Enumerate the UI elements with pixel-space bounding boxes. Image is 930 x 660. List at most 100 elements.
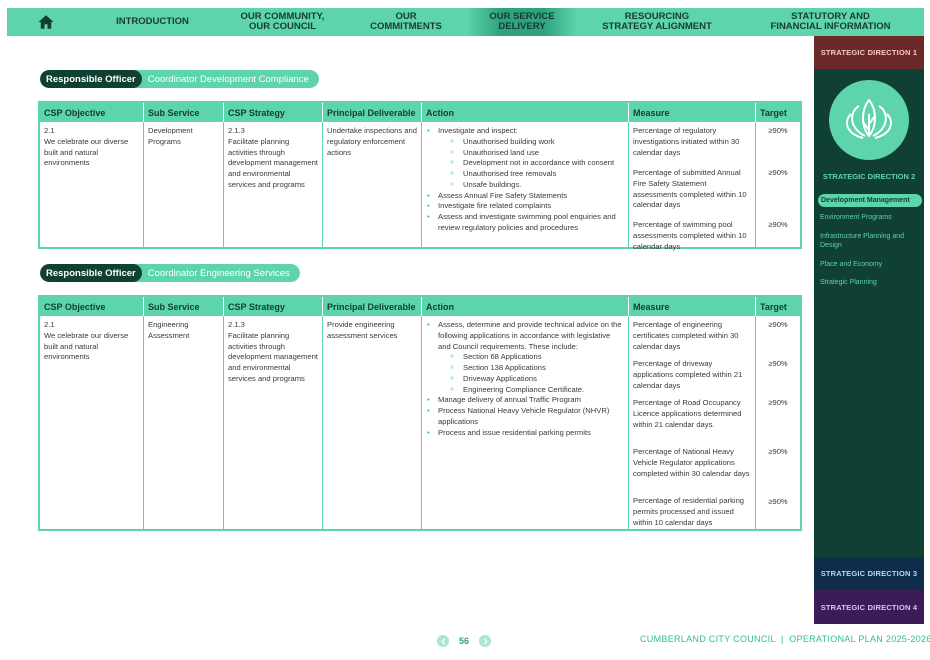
target-value: ≥90% [768,359,788,368]
header-target: Target [760,301,787,312]
responsible-officer-name: Coordinator Development Compliance [133,70,319,88]
page-number: 56 [459,636,470,646]
measure-cell: Percentage of engineering certificates c… [629,316,756,529]
header-target: Target [760,107,787,118]
target-cell: ≥90% ≥90% ≥90% [756,122,800,247]
table-row: 2.1 We celebrate our diverse built and n… [40,316,800,529]
header-sub-service: Sub Service [144,103,224,122]
header-principal-deliverable: Principal Deliverable [323,297,422,316]
sidebar-item-infrastructure-planning[interactable]: Infrastructure Planning and Design [820,233,918,251]
action-item: Assess and investigate swimming pool enq… [426,212,624,234]
action-item: Assess Annual Fire Safety Statements [426,191,624,202]
strategic-direction-1-tab[interactable]: STRATEGIC DIRECTION 1 [814,36,924,69]
sidebar-item-place-economy[interactable]: Place and Economy [820,261,918,270]
sidebar-item-environment-programs[interactable]: Environment Programs [820,214,918,223]
measure-item: Percentage of residential parking permit… [633,496,745,527]
nav-introduction[interactable]: INTRODUCTION [85,8,220,36]
action-subitem: Section 68 Applications [438,352,624,363]
sidebar-item-strategic-planning[interactable]: Strategic Planning [820,279,918,288]
deliverable-cell: Provide engineering assessment services [323,316,422,529]
responsible-officer-label: Responsible Officer [40,264,142,282]
responsible-officer-pill: Responsible Officer Coordinator Developm… [40,70,319,88]
strategic-direction-4-tab[interactable]: STRATEGIC DIRECTION 4 [814,590,924,624]
action-subitem: Unauthorised tree removals [438,169,624,180]
responsible-officer-name: Coordinator Engineering Services [133,264,300,282]
target-value: ≥90% [768,497,788,506]
action-subitem: Unsafe buildings. [438,180,624,191]
csp-strategy-cell: 2.1.3 Facilitate planning activities thr… [224,122,323,247]
target-value: ≥90% [768,168,788,177]
service-table: CSP Objective Sub Service CSP Strategy P… [38,295,802,531]
home-button[interactable] [7,8,85,36]
responsible-officer-label: Responsible Officer [40,70,142,88]
header-csp-strategy: CSP Strategy [224,103,323,122]
action-subitem: Section 138 Applications [438,363,624,374]
csp-objective-cell: 2.1 We celebrate our diverse built and n… [40,316,144,529]
measure-item: Percentage of National Heavy Vehicle Reg… [633,447,750,478]
chevron-right-icon [483,637,488,645]
action-cell: Investigate and inspect: Unauthorised bu… [422,122,629,247]
target-value: ≥90% [768,447,788,456]
responsible-officer-pill: Responsible Officer Coordinator Engineer… [40,264,300,282]
csp-strategy-cell: 2.1.3 Facilitate planning activities thr… [224,316,323,529]
target-value: ≥90% [768,126,788,135]
table-header: CSP Objective Sub Service CSP Strategy P… [40,103,800,122]
header-principal-deliverable: Principal Deliverable [323,103,422,122]
nav-our-service-delivery[interactable]: OUR SERVICE DELIVERY [467,8,577,36]
pager: 56 [437,635,492,647]
measure-item: Percentage of swimming pool assessments … [633,220,747,251]
target-value: ≥90% [768,398,788,407]
measure-cell: Percentage of regulatory investigations … [629,122,756,251]
csp-objective-cell: 2.1 We celebrate our diverse built and n… [40,122,144,247]
action-item: Investigate fire related complaints [426,201,624,212]
measure-item: Percentage of engineering certificates c… [633,320,739,351]
header-measure: Measure [629,297,756,316]
strategic-direction-3-tab[interactable]: STRATEGIC DIRECTION 3 [814,557,924,590]
action-item: Process and issue residential parking pe… [426,428,624,439]
table-row: 2.1 We celebrate our diverse built and n… [40,122,800,251]
home-icon [38,15,54,29]
action-item: Process National Heavy Vehicle Regulator… [426,406,624,428]
action-item: Manage delivery of annual Traffic Progra… [426,395,624,406]
action-subitem: Engineering Compliance Certificate. [438,385,624,396]
sub-service-cell: Engineering Assessment [144,316,224,529]
action-cell: Assess, determine and provide technical … [422,316,629,529]
direction-logo [829,80,909,160]
next-page-button[interactable] [479,635,492,647]
measure-item: Percentage of Road Occupancy Licence app… [633,398,742,429]
header-csp-objective: CSP Objective [40,297,144,316]
action-item: Assess, determine and provide technical … [426,320,624,395]
header-sub-service: Sub Service [144,297,224,316]
target-value: ≥90% [768,320,788,329]
action-subitem: Driveway Applications [438,374,624,385]
table-header: CSP Objective Sub Service CSP Strategy P… [40,297,800,316]
sidebar-item-development-management[interactable]: Development Management [818,194,922,207]
action-subitem: Development not in accordance with conse… [438,158,624,169]
nav-our-community[interactable]: OUR COMMUNITY, OUR COUNCIL [220,8,345,36]
header-measure: Measure [629,103,756,122]
measure-item: Percentage of driveway applications comp… [633,359,743,390]
target-cell: ≥90% ≥90% ≥90% ≥90% ≥90% [756,316,800,529]
action-subitem: Unauthorised land use [438,148,624,159]
top-navigation: INTRODUCTION OUR COMMUNITY, OUR COUNCIL … [7,8,924,36]
header-csp-strategy: CSP Strategy [224,297,323,316]
prev-page-button[interactable] [437,635,449,647]
nav-resourcing-strategy[interactable]: RESOURCING STRATEGY ALIGNMENT [577,8,737,36]
header-csp-objective: CSP Objective [40,103,144,122]
sidebar: STRATEGIC DIRECTION 1 STRATEGIC DIRECTIO… [814,36,924,624]
measure-item: Percentage of submitted Annual Fire Safe… [633,168,747,210]
footer-title: CUMBERLAND CITY COUNCIL | OPERATIONAL PL… [640,634,930,644]
chevron-left-icon [440,637,445,645]
target-value: ≥90% [768,220,788,229]
deliverable-cell: Undertake inspections and regulatory enf… [323,122,422,247]
nav-our-commitments[interactable]: OUR COMMITMENTS [345,8,467,36]
strategic-direction-2-title: STRATEGIC DIRECTION 2 [822,172,916,181]
measure-item: Percentage of regulatory investigations … [633,126,740,157]
action-item: Investigate and inspect: Unauthorised bu… [426,126,624,191]
action-subitem: Unauthorised building work [438,137,624,148]
lotus-leaf-icon [846,99,892,139]
header-action: Action [422,103,629,122]
service-table: CSP Objective Sub Service CSP Strategy P… [38,101,802,251]
sub-service-cell: Development Programs [144,122,224,247]
nav-statutory-financial[interactable]: STATUTORY AND FINANCIAL INFORMATION [737,8,924,36]
